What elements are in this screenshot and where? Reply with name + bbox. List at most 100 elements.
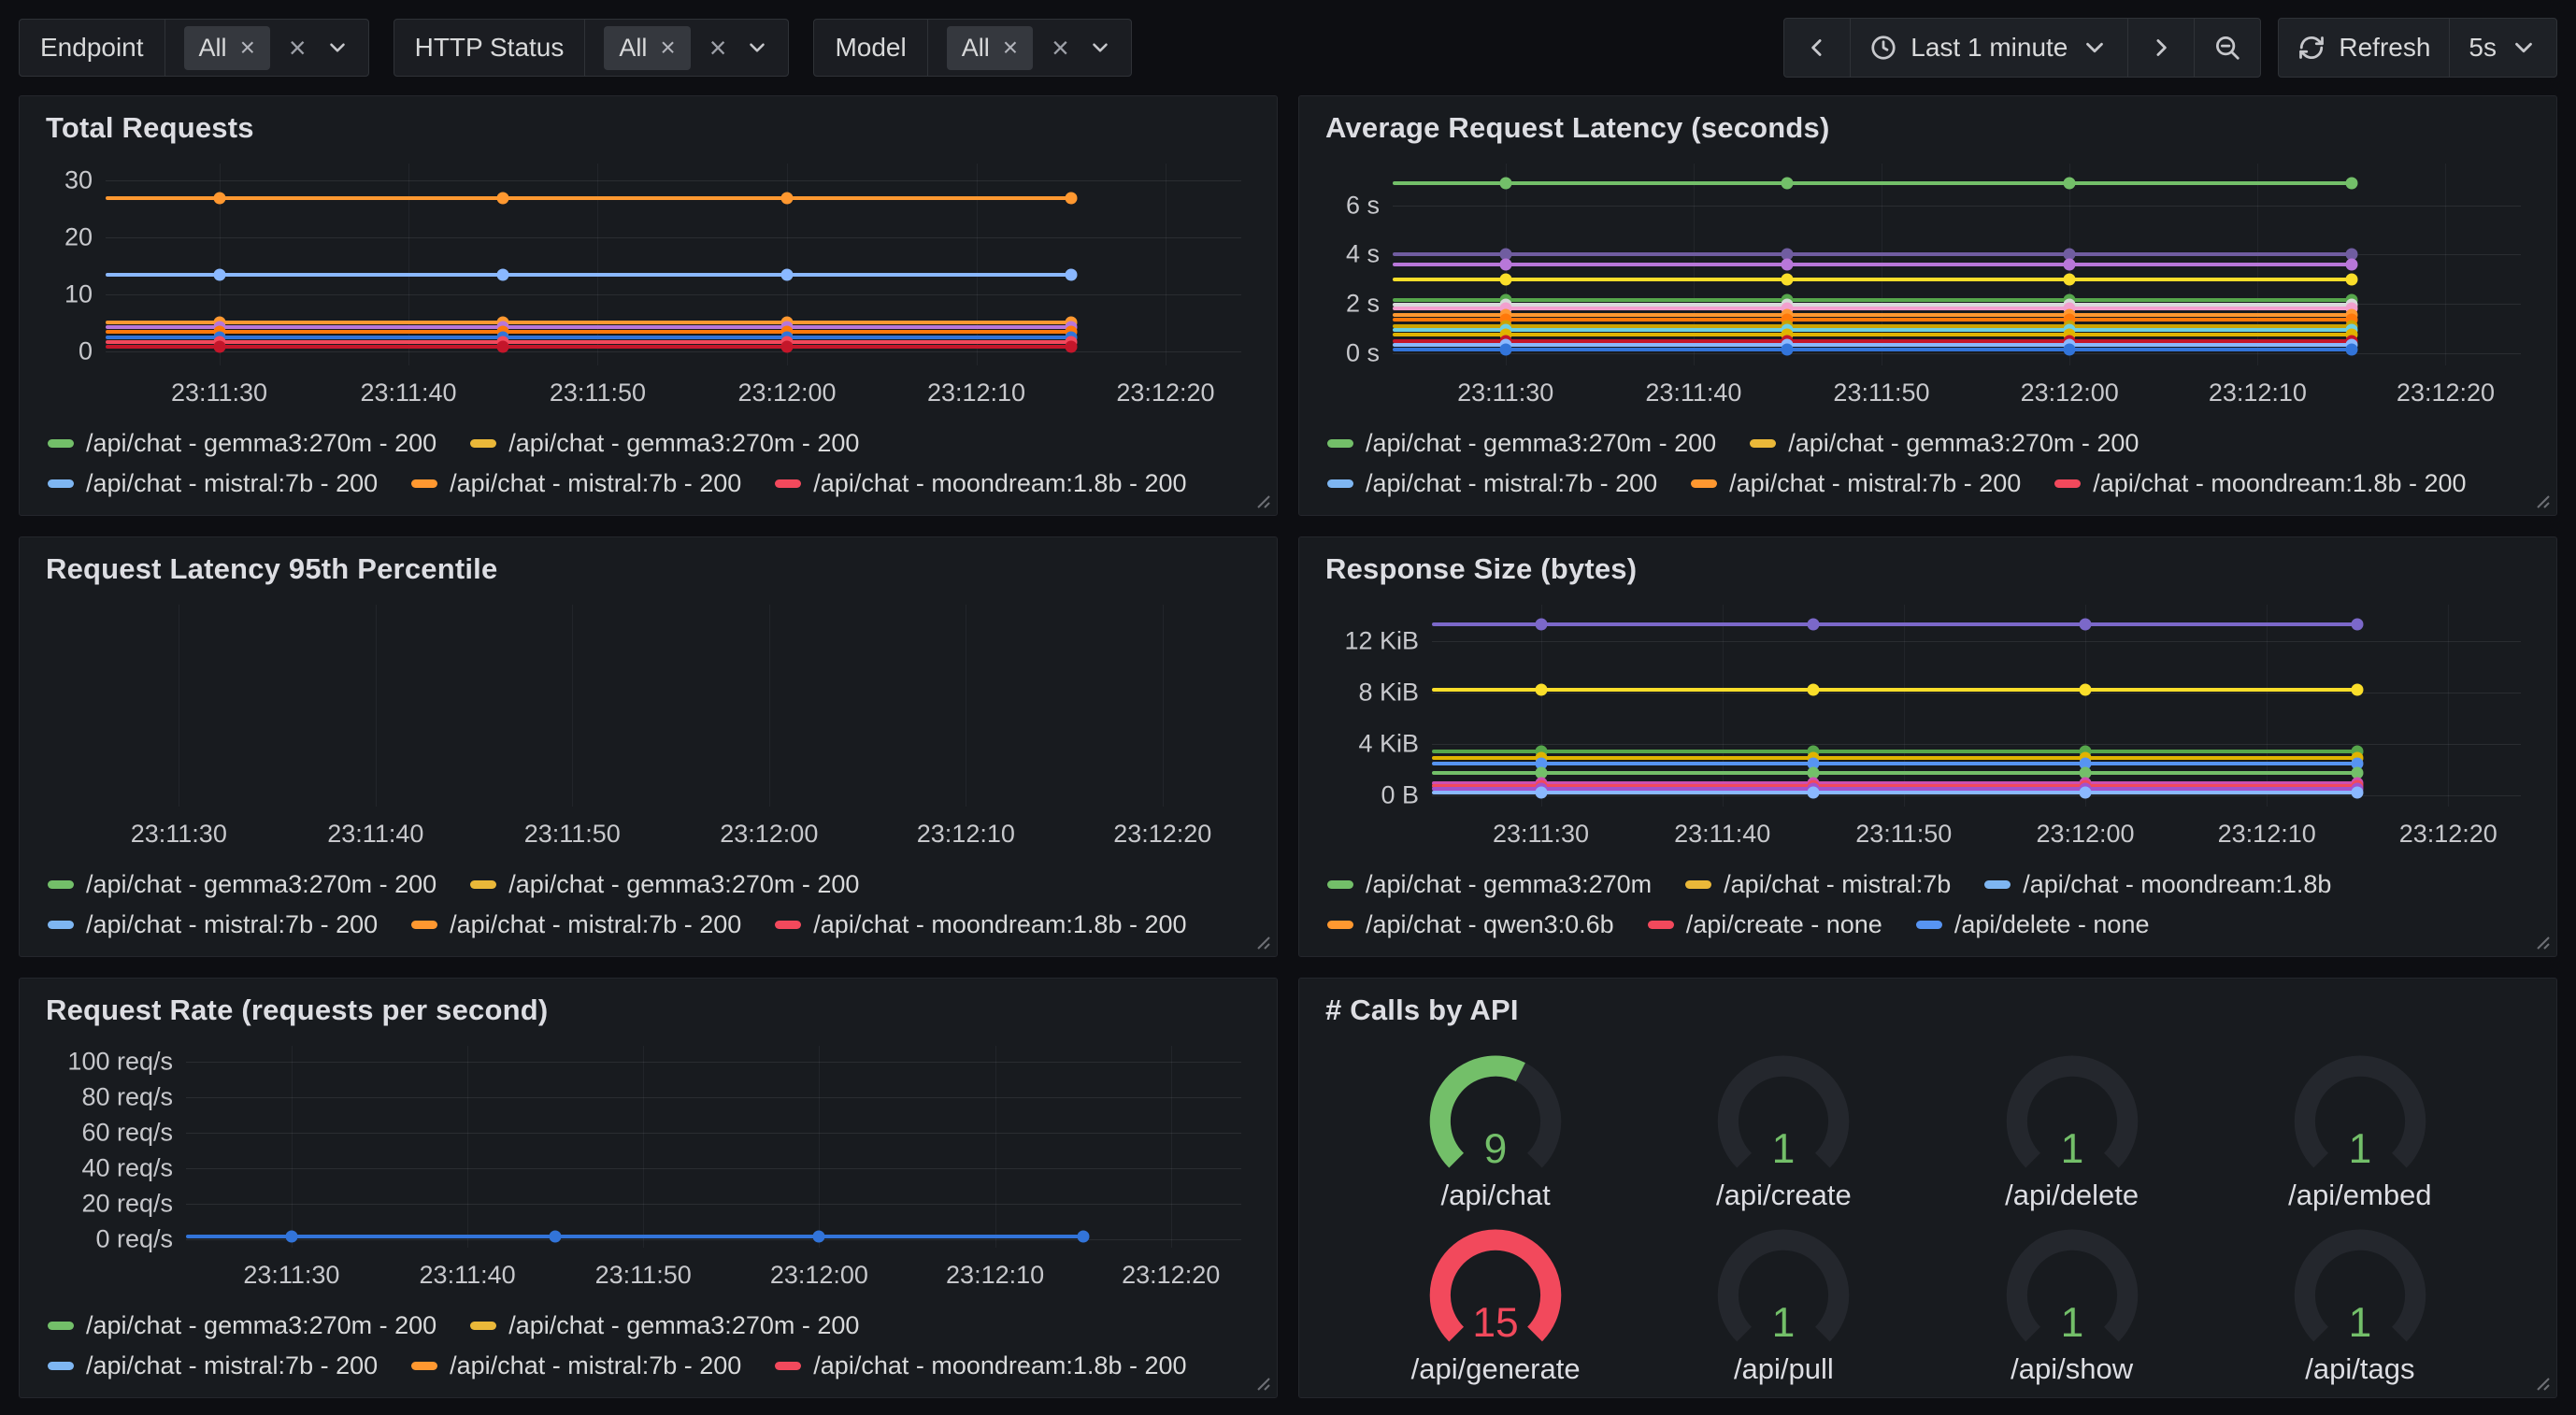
filter-model-value[interactable]: All × × (928, 20, 1131, 76)
resize-icon (1251, 1371, 1271, 1392)
legend-item[interactable]: /api/chat - mistral:7b - 200 (1327, 469, 1657, 498)
filter-endpoint[interactable]: Endpoint All × × (19, 19, 369, 77)
series-point (2064, 343, 2076, 355)
y-gridline (186, 1204, 1241, 1205)
panel-response-size: Response Size (bytes) 0 B4 KiB8 KiB12 Ki… (1298, 536, 2557, 957)
x-axis-label: 23:12:00 (737, 379, 836, 407)
legend-item[interactable]: /api/chat - mistral:7b - 200 (411, 469, 741, 498)
remove-chip-icon[interactable]: × (1003, 35, 1018, 61)
zoom-out-button[interactable] (2195, 19, 2260, 77)
panel-resize-handle[interactable] (1251, 930, 1271, 950)
legend-item[interactable]: /api/chat - gemma3:270m - 200 (470, 429, 859, 458)
y-axis-label: 60 req/s (81, 1118, 173, 1147)
time-back-button[interactable] (1784, 19, 1851, 77)
panel-title[interactable]: Request Rate (requests per second) (46, 993, 1252, 1027)
legend-item[interactable]: /api/chat - qwen3:0.6b (1327, 910, 1614, 939)
gauge-/api/embed: 1/api/embed (2273, 1038, 2447, 1212)
y-gridline (186, 1097, 1241, 1098)
legend-item[interactable]: /api/chat - moondream:1.8b - 200 (2054, 469, 2466, 498)
toolbar: Endpoint All × × HTTP Status All × (19, 17, 2557, 79)
gauge-/api/pull: 1/api/pull (1696, 1212, 1870, 1386)
time-forward-button[interactable] (2128, 19, 2195, 77)
panel-resize-handle[interactable] (1251, 489, 1271, 509)
panel-resize-handle[interactable] (2530, 1371, 2551, 1392)
remove-chip-icon[interactable]: × (240, 35, 255, 61)
x-axis-label: 23:11:30 (243, 1261, 339, 1290)
clear-filter-icon[interactable]: × (709, 33, 727, 63)
panel-title[interactable]: # Calls by API (1325, 993, 2532, 1027)
clear-filter-icon[interactable]: × (289, 33, 307, 63)
legend-item[interactable]: /api/chat - gemma3:270m - 200 (48, 1311, 436, 1340)
legend-item[interactable]: /api/delete - none (1916, 910, 2150, 939)
plot-area: 0 req/s20 req/s40 req/s60 req/s80 req/s1… (186, 1046, 1241, 1248)
chip-label: All (619, 34, 647, 63)
panel-resize-handle[interactable] (2530, 489, 2551, 509)
filter-endpoint-value[interactable]: All × × (165, 20, 368, 76)
filter-chip[interactable]: All × (184, 26, 270, 70)
legend-item[interactable]: /api/chat - mistral:7b (1685, 870, 1951, 899)
legend-row: /api/chat - gemma3:270m - 200/api/chat -… (48, 1311, 1252, 1340)
time-range-picker[interactable]: Last 1 minute (1851, 19, 2128, 77)
legend-label: /api/chat - gemma3:270m - 200 (1788, 429, 2139, 458)
gauge-label: /api/show (2011, 1352, 2133, 1386)
refresh-button[interactable]: Refresh (2279, 19, 2450, 77)
series-line (106, 336, 1071, 339)
legend-item[interactable]: /api/chat - mistral:7b - 200 (411, 910, 741, 939)
legend-item[interactable]: /api/chat - gemma3:270m - 200 (1750, 429, 2139, 458)
panel-title[interactable]: Request Latency 95th Percentile (46, 552, 1252, 586)
series-point (781, 192, 794, 204)
series-line (1393, 343, 2352, 347)
legend-item[interactable]: /api/chat - gemma3:270m - 200 (48, 870, 436, 899)
legend-item[interactable]: /api/chat - mistral:7b - 200 (48, 910, 378, 939)
filter-model[interactable]: Model All × × (813, 19, 1131, 77)
series-line (1432, 791, 2357, 794)
gauge-/api/tags: 1/api/tags (2273, 1212, 2447, 1386)
legend-swatch (470, 1322, 496, 1330)
legend-item[interactable]: /api/chat - moondream:1.8b - 200 (775, 910, 1186, 939)
legend-label: /api/chat - moondream:1.8b - 200 (813, 469, 1186, 498)
remove-chip-icon[interactable]: × (660, 35, 675, 61)
x-gridline (819, 1046, 820, 1248)
legend-item[interactable]: /api/chat - moondream:1.8b (1984, 870, 2331, 899)
legend-row: /api/chat - mistral:7b - 200/api/chat - … (1327, 469, 2532, 498)
panel-average-request-latency: Average Request Latency (seconds) 0 s2 s… (1298, 95, 2557, 516)
panel-title[interactable]: Average Request Latency (seconds) (1325, 111, 2532, 145)
legend-label: /api/chat - gemma3:270m - 200 (86, 870, 436, 899)
legend-item[interactable]: /api/chat - moondream:1.8b - 200 (775, 1351, 1186, 1380)
legend-item[interactable]: /api/chat - mistral:7b - 200 (48, 1351, 378, 1380)
series-line (106, 330, 1071, 334)
legend-item[interactable]: /api/chat - gemma3:270m - 200 (48, 429, 436, 458)
filter-label: Endpoint (20, 20, 165, 76)
legend-item[interactable]: /api/chat - gemma3:270m (1327, 870, 1652, 899)
refresh-label: Refresh (2339, 33, 2430, 63)
legend-item[interactable]: /api/chat - gemma3:270m - 200 (1327, 429, 1716, 458)
x-axis-label: 23:12:00 (2036, 820, 2134, 849)
clear-filter-icon[interactable]: × (1052, 33, 1069, 63)
panel-resize-handle[interactable] (2530, 930, 2551, 950)
series-line (1393, 307, 2352, 310)
panel-resize-handle[interactable] (1251, 1371, 1271, 1392)
legend-item[interactable]: /api/chat - mistral:7b - 200 (1691, 469, 2021, 498)
legend-item[interactable]: /api/chat - gemma3:270m - 200 (470, 870, 859, 899)
filter-chip[interactable]: All × (604, 26, 690, 70)
panel-calls-by-api: # Calls by API 9/api/chat1/api/create1/a… (1298, 978, 2557, 1398)
panel-title[interactable]: Total Requests (46, 111, 1252, 145)
filter-chip[interactable]: All × (947, 26, 1033, 70)
refresh-interval-picker[interactable]: 5s (2450, 19, 2556, 77)
series-point (2080, 683, 2092, 695)
panel-title[interactable]: Response Size (bytes) (1325, 552, 2532, 586)
chevron-down-icon (2510, 34, 2538, 62)
legend-item[interactable]: /api/chat - mistral:7b - 200 (411, 1351, 741, 1380)
legend-swatch (1984, 880, 2011, 889)
legend-item[interactable]: /api/create - none (1648, 910, 1882, 939)
filter-http-status[interactable]: HTTP Status All × × (394, 19, 790, 77)
legend-swatch (2054, 479, 2081, 488)
legend-label: /api/chat - moondream:1.8b - 200 (813, 1351, 1186, 1380)
x-gridline (1904, 605, 1905, 807)
legend-item[interactable]: /api/chat - mistral:7b - 200 (48, 469, 378, 498)
series-line (1393, 252, 2352, 256)
legend-swatch (775, 1362, 801, 1370)
filter-http-status-value[interactable]: All × × (585, 20, 788, 76)
legend-item[interactable]: /api/chat - moondream:1.8b - 200 (775, 469, 1186, 498)
legend-item[interactable]: /api/chat - gemma3:270m - 200 (470, 1311, 859, 1340)
